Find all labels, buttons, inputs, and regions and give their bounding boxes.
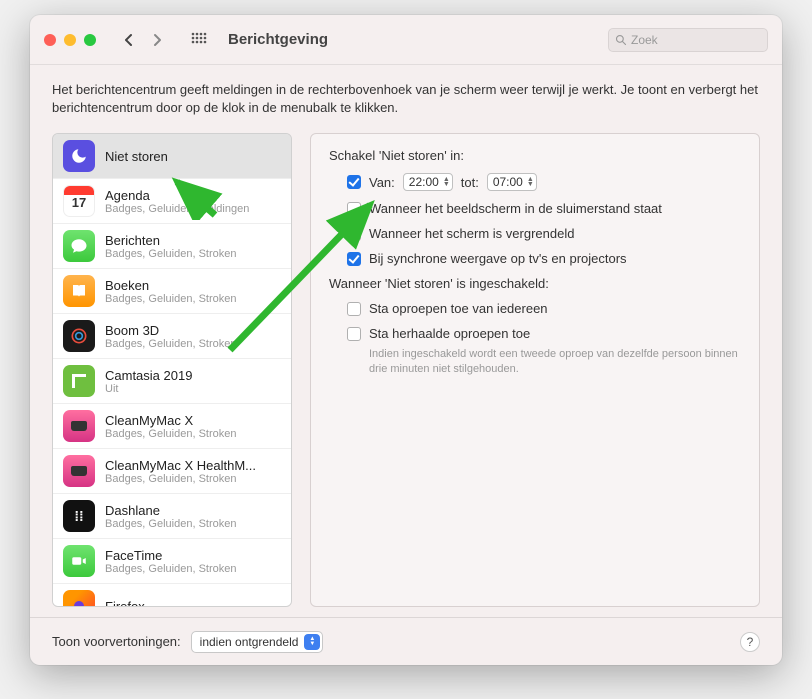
previews-selected: indien ontgrendeld — [200, 635, 299, 649]
calendar-icon: 17 — [63, 185, 95, 217]
enable-section-label: Schakel 'Niet storen' in: — [329, 148, 741, 163]
app-name: Niet storen — [105, 149, 168, 164]
when-sleep-label: Wanneer het beeldscherm in de sluimersta… — [369, 201, 662, 216]
when-mirroring-row: Bij synchrone weergave op tv's en projec… — [347, 251, 741, 266]
from-stepper[interactable]: ▲▼ — [443, 177, 450, 187]
to-stepper[interactable]: ▲▼ — [527, 177, 534, 187]
app-name: Dashlane — [105, 503, 236, 518]
to-label: tot: — [461, 175, 479, 190]
allow-all-checkbox[interactable] — [347, 302, 361, 316]
facetime-icon — [63, 545, 95, 577]
sidebar-item-cleanmymac[interactable]: CleanMyMac X Badges, Geluiden, Stroken — [53, 404, 291, 449]
allow-repeat-checkbox[interactable] — [347, 327, 361, 341]
from-label: Van: — [369, 175, 395, 190]
app-name: Agenda — [105, 188, 249, 203]
cleanmymac-health-icon — [63, 455, 95, 487]
when-locked-row: Wanneer het scherm is vergrendeld — [347, 226, 741, 241]
app-sub: Badges, Geluiden, Stroken — [105, 293, 236, 305]
minimize-window-button[interactable] — [64, 34, 76, 46]
help-button[interactable]: ? — [740, 632, 760, 652]
dashlane-icon: ⁞⁞ — [63, 500, 95, 532]
to-time-field[interactable]: 07:00 ▲▼ — [487, 173, 537, 191]
search-icon — [615, 34, 627, 46]
do-not-disturb-icon — [63, 140, 95, 172]
app-sub: Badges, Geluiden, Stroken — [105, 518, 236, 530]
repeat-hint: Indien ingeschakeld wordt een tweede opr… — [369, 347, 741, 377]
app-sub: Badges, Geluiden, Stroken — [105, 248, 236, 260]
app-sub: Badges, Geluiden, Stroken — [105, 428, 236, 440]
app-name: Boom 3D — [105, 323, 236, 338]
when-locked-label: Wanneer het scherm is vergrendeld — [369, 226, 574, 241]
sidebar-item-dashlane[interactable]: ⁞⁞ Dashlane Badges, Geluiden, Stroken — [53, 494, 291, 539]
cleanmymac-icon — [63, 410, 95, 442]
when-sleep-checkbox[interactable] — [347, 202, 361, 216]
close-window-button[interactable] — [44, 34, 56, 46]
schedule-checkbox[interactable] — [347, 175, 361, 189]
sidebar-item-cleanmymac-health[interactable]: CleanMyMac X HealthM... Badges, Geluiden… — [53, 449, 291, 494]
app-sub: Badges, Geluiden, Stroken — [105, 473, 256, 485]
panels: Niet storen 17 Agenda Badges, Geluiden, … — [52, 133, 760, 607]
app-sub: Badges, Geluiden, Stroken — [105, 563, 236, 575]
window-controls — [44, 34, 96, 46]
back-button[interactable] — [116, 29, 142, 51]
content-area: Het berichtencentrum geeft meldingen in … — [30, 65, 782, 617]
sidebar-item-berichten[interactable]: Berichten Badges, Geluiden, Stroken — [53, 224, 291, 269]
sidebar-item-niet-storen[interactable]: Niet storen — [53, 134, 291, 179]
forward-button[interactable] — [144, 29, 170, 51]
allow-repeat-row: Sta herhaalde oproepen toe — [347, 326, 741, 341]
search-placeholder: Zoek — [631, 33, 658, 47]
sidebar-item-boom3d[interactable]: Boom 3D Badges, Geluiden, Stroken — [53, 314, 291, 359]
allow-all-label: Sta oproepen toe van iedereen — [369, 301, 548, 316]
boom3d-icon — [63, 320, 95, 352]
app-name: Berichten — [105, 233, 236, 248]
app-name: CleanMyMac X — [105, 413, 236, 428]
sidebar-item-firefox[interactable]: Firefox — [53, 584, 291, 607]
show-all-prefs-button[interactable] — [186, 29, 212, 51]
sidebar-item-camtasia[interactable]: Camtasia 2019 Uit — [53, 359, 291, 404]
previews-label: Toon voorvertoningen: — [52, 634, 181, 649]
app-name: Boeken — [105, 278, 236, 293]
sidebar-item-boeken[interactable]: Boeken Badges, Geluiden, Stroken — [53, 269, 291, 314]
search-input[interactable]: Zoek — [608, 28, 768, 52]
detail-panel: Schakel 'Niet storen' in: Van: 22:00 ▲▼ … — [310, 133, 760, 607]
when-mirroring-label: Bij synchrone weergave op tv's en projec… — [369, 251, 627, 266]
when-on-section-label: Wanneer 'Niet storen' is ingeschakeld: — [329, 276, 741, 291]
when-mirroring-checkbox[interactable] — [347, 252, 361, 266]
app-sub: Badges, Geluiden, Meldingen — [105, 203, 249, 215]
pane-description: Het berichtencentrum geeft meldingen in … — [52, 81, 760, 117]
from-time-field[interactable]: 22:00 ▲▼ — [403, 173, 453, 191]
app-sub: Badges, Geluiden, Stroken — [105, 338, 236, 350]
allow-repeat-label: Sta herhaalde oproepen toe — [369, 326, 530, 341]
sidebar-item-agenda[interactable]: 17 Agenda Badges, Geluiden, Meldingen — [53, 179, 291, 224]
messages-icon — [63, 230, 95, 262]
footer-bar: Toon voorvertoningen: indien ontgrendeld… — [30, 617, 782, 665]
app-name: FaceTime — [105, 548, 236, 563]
app-sub: Uit — [105, 383, 192, 395]
camtasia-icon — [63, 365, 95, 397]
previews-select[interactable]: indien ontgrendeld ▲▼ — [191, 631, 324, 653]
sidebar-item-facetime[interactable]: FaceTime Badges, Geluiden, Stroken — [53, 539, 291, 584]
preferences-window: Berichtgeving Zoek Het berichtencentrum … — [30, 15, 782, 665]
app-name: CleanMyMac X HealthM... — [105, 458, 256, 473]
app-name: Firefox — [105, 599, 145, 607]
when-sleep-row: Wanneer het beeldscherm in de sluimersta… — [347, 201, 741, 216]
books-icon — [63, 275, 95, 307]
app-name: Camtasia 2019 — [105, 368, 192, 383]
schedule-row: Van: 22:00 ▲▼ tot: 07:00 ▲▼ — [347, 173, 741, 191]
select-arrows-icon: ▲▼ — [304, 634, 320, 650]
allow-all-row: Sta oproepen toe van iedereen — [347, 301, 741, 316]
titlebar: Berichtgeving Zoek — [30, 15, 782, 65]
when-locked-checkbox[interactable] — [347, 227, 361, 241]
app-list[interactable]: Niet storen 17 Agenda Badges, Geluiden, … — [52, 133, 292, 607]
firefox-icon — [63, 590, 95, 607]
zoom-window-button[interactable] — [84, 34, 96, 46]
page-title: Berichtgeving — [228, 31, 328, 48]
